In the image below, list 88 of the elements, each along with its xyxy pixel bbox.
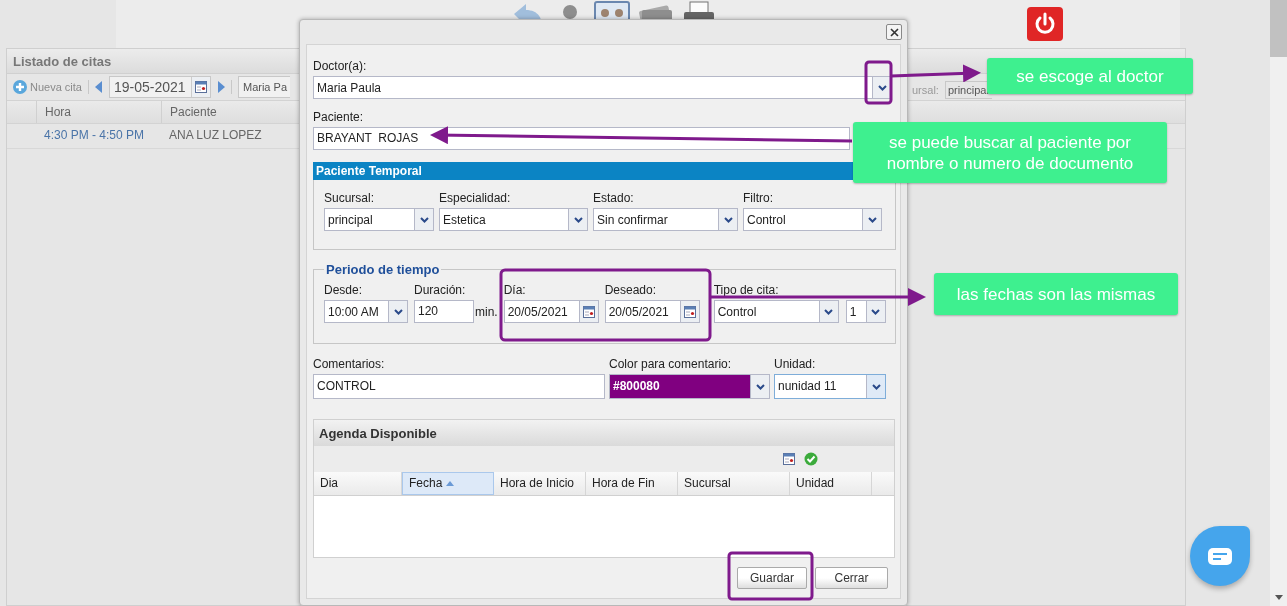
check-icon[interactable] bbox=[804, 452, 818, 466]
table-cell-text: 4:30 PM - 4:50 PM bbox=[43, 127, 146, 144]
calendar-icon bbox=[783, 453, 795, 465]
calendar-button[interactable] bbox=[578, 301, 598, 322]
scroll-down-icon[interactable] bbox=[1275, 595, 1283, 600]
dropdown-field[interactable]: 10:00 AM bbox=[324, 300, 408, 323]
field-label: Día: bbox=[503, 283, 527, 298]
field-label: Desde: bbox=[324, 283, 364, 298]
field-label: Comentarios: bbox=[313, 357, 386, 372]
dropdown-field[interactable]: Control bbox=[713, 300, 839, 323]
calendar-button[interactable] bbox=[679, 301, 699, 322]
branch-label: ursal: bbox=[912, 84, 939, 96]
dropdown-field[interactable]: Maria Paula bbox=[313, 76, 892, 99]
scrollbar-thumb[interactable] bbox=[1270, 0, 1287, 57]
dropdown-button[interactable] bbox=[818, 301, 838, 322]
field-label: Estado: bbox=[593, 191, 635, 206]
caret-icon bbox=[573, 216, 583, 223]
date-field[interactable]: 20/05/2021 bbox=[604, 300, 700, 323]
dropdown-button[interactable] bbox=[568, 209, 587, 230]
caret-icon bbox=[419, 216, 429, 223]
power-icon bbox=[1033, 12, 1057, 36]
column-header[interactable]: Hora bbox=[36, 101, 161, 123]
calendar-icon bbox=[195, 81, 207, 93]
chat-button[interactable] bbox=[1190, 526, 1250, 586]
chat-icon bbox=[1208, 547, 1232, 565]
field-label: Filtro: bbox=[743, 191, 774, 206]
date-field[interactable]: 20/05/2021 bbox=[503, 300, 599, 323]
caret-icon bbox=[871, 308, 881, 315]
caret-icon bbox=[867, 216, 877, 223]
field-label: Color para comentario: bbox=[609, 357, 733, 372]
field-label: Duración: bbox=[414, 283, 467, 298]
close-button[interactable] bbox=[886, 24, 902, 40]
caret-icon bbox=[824, 308, 834, 315]
input-field[interactable]: 120 bbox=[414, 300, 474, 323]
dropdown-field[interactable]: Sin confirmar bbox=[593, 208, 738, 231]
field-label: Sucursal: bbox=[324, 191, 376, 206]
date-field[interactable]: 19-05-2021 bbox=[109, 76, 211, 98]
next-icon[interactable] bbox=[217, 81, 225, 93]
dropdown-button[interactable] bbox=[718, 209, 737, 230]
field-label: Unidad: bbox=[774, 357, 817, 372]
field-label: Deseado: bbox=[604, 283, 658, 298]
input-field[interactable]: CONTROL bbox=[313, 374, 605, 399]
caret-icon bbox=[755, 383, 765, 390]
calendar-icon bbox=[582, 305, 595, 318]
column-header[interactable]: Unidad bbox=[790, 472, 872, 495]
highlight-frame bbox=[864, 60, 893, 105]
dropdown-field[interactable]: Estetica bbox=[439, 208, 588, 231]
color-dropdown[interactable]: #800080 bbox=[609, 374, 770, 399]
close-icon bbox=[889, 27, 899, 37]
color-swatch: #800080 bbox=[610, 375, 750, 398]
plus-icon bbox=[13, 80, 27, 94]
previous-icon[interactable] bbox=[95, 81, 103, 93]
dropdown-field[interactable]: 1 bbox=[845, 300, 886, 323]
field-label: Paciente: bbox=[313, 110, 365, 125]
panel-title: Agenda Disponible bbox=[319, 425, 437, 441]
dropdown-button[interactable] bbox=[414, 209, 433, 230]
calendar-icon bbox=[683, 305, 696, 318]
dropdown-button[interactable] bbox=[862, 209, 881, 230]
field-label: Tipo de cita: bbox=[713, 283, 780, 298]
dropdown-field[interactable]: principal bbox=[324, 208, 434, 231]
power-button[interactable] bbox=[1027, 7, 1063, 41]
dropdown-button[interactable] bbox=[865, 301, 885, 322]
panel-title: Listado de citas bbox=[13, 53, 112, 69]
caret-icon bbox=[877, 84, 887, 91]
caret-icon bbox=[723, 216, 733, 223]
dropdown-button[interactable] bbox=[750, 375, 769, 398]
doctor-filter-field[interactable]: Maria Pa bbox=[238, 76, 290, 98]
column-header[interactable]: Fecha bbox=[402, 472, 494, 495]
dropdown-button[interactable] bbox=[866, 375, 885, 398]
unit-label: min. bbox=[475, 304, 498, 319]
field-label: Especialidad: bbox=[439, 191, 512, 206]
calendar-button[interactable] bbox=[191, 77, 210, 97]
dialog-button[interactable]: Guardar bbox=[737, 567, 807, 589]
callout-note: se escoge al doctor bbox=[987, 58, 1193, 94]
column-header[interactable]: Sucursal bbox=[678, 472, 790, 495]
field-label: Doctor(a): bbox=[313, 59, 368, 74]
dialog-button[interactable]: Cerrar bbox=[815, 567, 888, 589]
section-title: Periodo de tiempo bbox=[325, 262, 441, 277]
dropdown-field[interactable]: nunidad 11 bbox=[774, 374, 886, 399]
table-cell-text: ANA LUZ LOPEZ bbox=[168, 127, 263, 144]
dropdown-field[interactable]: Control bbox=[743, 208, 882, 231]
column-header[interactable]: Hora de Fin bbox=[586, 472, 678, 495]
caret-icon bbox=[393, 308, 403, 315]
dropdown-button[interactable] bbox=[388, 301, 407, 322]
caret-icon bbox=[871, 383, 881, 390]
callout-note: las fechas son las mismas bbox=[934, 273, 1178, 315]
column-header[interactable]: Hora de Inicio bbox=[494, 472, 586, 495]
sort-ascending-icon bbox=[446, 481, 455, 486]
